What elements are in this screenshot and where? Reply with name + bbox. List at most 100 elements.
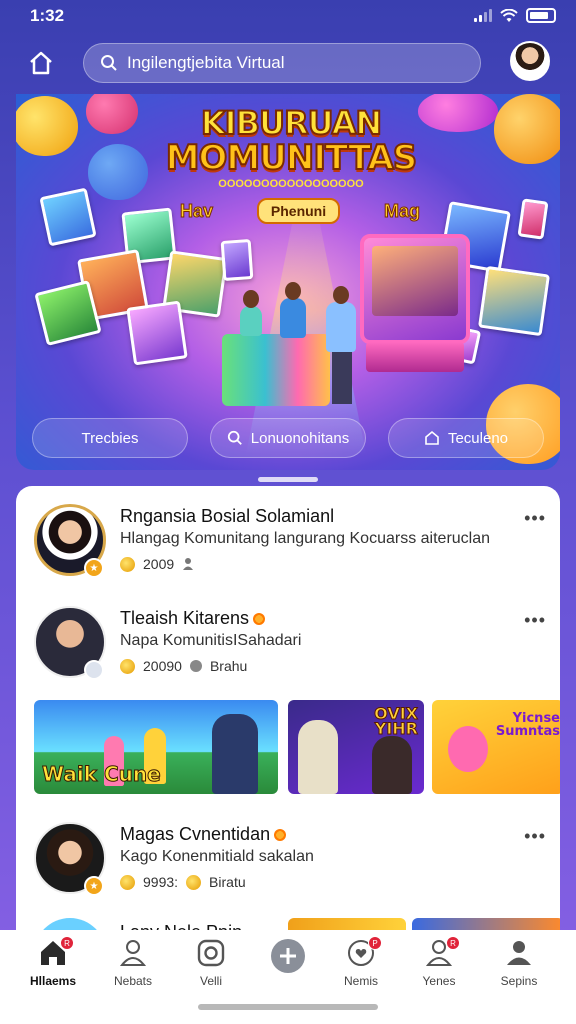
community-feed: ★ Rngansia Bosial Solamianl Hlangag Komu… (16, 486, 560, 946)
floating-photo (477, 265, 551, 337)
trophies-button[interactable]: Trecbies (32, 418, 188, 458)
search-icon (101, 55, 117, 71)
balloon-decoration (86, 94, 138, 134)
media-tile[interactable]: Yicnse Sumntas (432, 700, 560, 794)
nav-label: Velli (199, 974, 222, 988)
group-count: 20090 (143, 658, 182, 674)
search-communities-button[interactable]: Lonuonohitans (210, 418, 366, 458)
nav-label: Hllaems (29, 974, 77, 988)
group-meta: 20090 Brahu (120, 658, 247, 674)
status-dot-icon (189, 660, 202, 672)
floating-photo (39, 187, 97, 247)
notification-badge: R (60, 936, 74, 950)
more-options-icon[interactable]: ••• (524, 508, 546, 529)
camera-icon (197, 939, 225, 967)
floating-photo (220, 239, 254, 281)
coin-icon (120, 556, 135, 572)
notification-badge: R (446, 936, 460, 950)
group-extra: Biratu (209, 874, 246, 890)
user-filled-icon (507, 941, 531, 965)
media-tile[interactable]: OVIX YIHR (288, 700, 424, 794)
person-legs-illustration (332, 352, 352, 404)
balloon-decoration (16, 96, 78, 156)
search-input[interactable]: Ingilengtjebita Virtual (127, 53, 285, 73)
group-count: 2009 (143, 556, 175, 572)
list-item[interactable]: Tleaish Kitarens Napa KomunitisISahadari… (16, 588, 560, 688)
user-outline-icon (119, 940, 147, 966)
nav-label: Yenes (422, 974, 456, 988)
person-illustration (326, 286, 356, 352)
banner-button-row: Trecbies Lonuonohitans Teculeno (32, 418, 544, 458)
search-bar[interactable]: Ingilengtjebita Virtual (83, 43, 481, 83)
nav-groups[interactable]: Nebats (96, 938, 170, 994)
balloon-decoration (494, 94, 560, 164)
coin-icon (120, 658, 135, 674)
notification-badge: P (368, 936, 382, 950)
banner-title: KIBURUAN MOMUNITTAS OOOOOOOOOOOOOOOOO (136, 104, 446, 190)
media-tiles: Waik Cune OVIX YIHR Yicnse Sumntas (34, 700, 560, 794)
coin-icon (186, 874, 202, 890)
person-illustration (240, 290, 262, 336)
banner-title-line2: MOMUNITTAS (165, 138, 419, 178)
profile-avatar[interactable] (510, 41, 550, 81)
person-illustration (212, 714, 258, 794)
tile-title: OVIX YIHR (374, 704, 419, 738)
group-extra: Brahu (209, 658, 248, 674)
person-illustration (298, 720, 338, 794)
media-tile[interactable]: Waik Cune (34, 700, 278, 794)
home-outline-icon (30, 51, 52, 75)
badge-icon (84, 660, 104, 680)
house-button[interactable]: Teculeno (388, 418, 544, 458)
nav-create[interactable] (251, 938, 325, 994)
battery-icon (526, 8, 556, 23)
members-icon (183, 558, 194, 570)
more-options-icon[interactable]: ••• (524, 826, 546, 847)
search-icon (227, 430, 242, 445)
more-options-icon[interactable]: ••• (524, 610, 546, 631)
status-time: 1:32 (30, 6, 65, 25)
home-button[interactable] (24, 46, 58, 80)
banner-word-left: Hav (179, 200, 214, 221)
banner-word-row: Hav Phenuni Mag (179, 198, 420, 224)
sheet-grabber[interactable] (258, 477, 318, 482)
group-description: Hlangag Komunitang langurang Kocuarss ai… (120, 530, 491, 547)
nav-friends[interactable]: R Yenes (402, 936, 476, 994)
list-item[interactable]: ★ Magas Cvnentidan Kago Konenmitiald sak… (16, 804, 560, 904)
group-description: Kago Konenmitiald sakalan (120, 848, 314, 865)
nav-profile[interactable]: Sepins (482, 938, 556, 994)
banner-button-label: Lonuonohitans (250, 429, 350, 447)
nav-messages[interactable]: P Nemis (324, 936, 398, 994)
list-item[interactable]: ★ Rngansia Bosial Solamianl Hlangag Komu… (16, 486, 560, 586)
tile-title: Yicnse Sumntas (495, 711, 560, 739)
banner-button-label: Teculeno (447, 429, 509, 447)
nav-video[interactable]: Velli (174, 938, 248, 994)
tv-screen-illustration (360, 234, 470, 344)
nav-label: Nebats (113, 974, 153, 988)
banner-word-right: Mag (383, 200, 420, 221)
wifi-icon (500, 8, 518, 22)
tv-stand-illustration (366, 342, 464, 372)
top-header: Ingilengtjebita Virtual (0, 38, 576, 90)
banner-pill: Phenuni (256, 198, 341, 224)
group-meta: 2009 (120, 556, 198, 572)
person-illustration (372, 736, 412, 794)
group-meta: 9993: Biratu (120, 874, 246, 890)
person-illustration (280, 282, 306, 338)
badge-icon: ★ (84, 558, 104, 578)
banner-title-line1: KIBURUAN (200, 104, 383, 142)
podium-illustration (222, 334, 330, 406)
group-name: Magas Cvnentidan (120, 824, 271, 844)
crown-icon (253, 612, 266, 625)
nav-label: Sepins (500, 974, 538, 988)
community-banner[interactable]: KIBURUAN MOMUNITTAS OOOOOOOOOOOOOOOOO Ha… (16, 94, 560, 470)
floating-photo (126, 300, 188, 366)
floating-photo (517, 198, 549, 240)
crown-icon (274, 828, 287, 841)
home-indicator[interactable] (198, 1004, 378, 1010)
group-count: 9993: (143, 874, 179, 890)
nav-home[interactable]: R Hllaems (16, 936, 90, 994)
banner-subtitle: OOOOOOOOOOOOOOOOO (218, 178, 364, 190)
plus-circle-icon (271, 939, 305, 973)
group-name: Rngansia Bosial Solamianl (120, 506, 335, 526)
badge-icon: ★ (84, 876, 104, 896)
